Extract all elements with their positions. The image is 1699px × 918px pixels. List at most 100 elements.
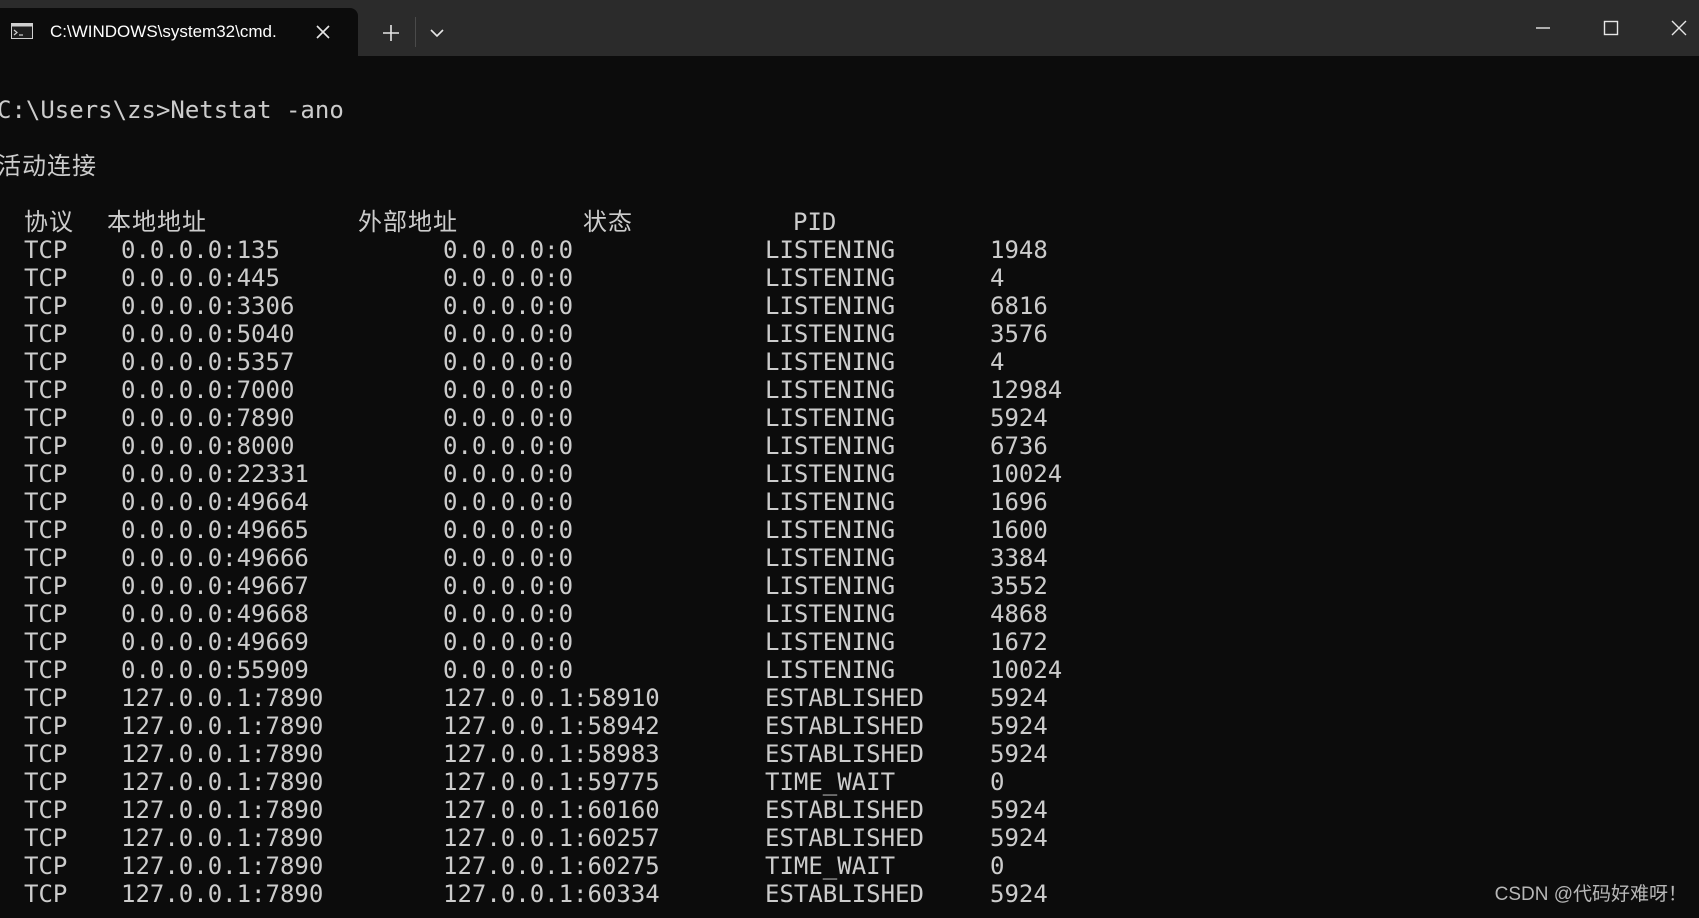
table-row: TCP 0.0.0.0:49664 0.0.0.0:0 LISTENING 1696	[0, 488, 1200, 516]
table-row: TCP 127.0.0.1:7890 127.0.0.1:58983 ESTABLIS…	[0, 740, 1200, 768]
watermark: CSDN @代码好难呀！	[1494, 884, 1687, 905]
cell-proto: TCP	[24, 628, 68, 656]
cell-proto: TCP	[24, 460, 68, 488]
cell-state: LISTENING	[765, 600, 896, 628]
cell-local: 0.0.0.0:5040	[121, 320, 295, 348]
cell-pid: 10024	[990, 656, 1063, 684]
cell-proto: TCP	[24, 544, 68, 572]
close-icon[interactable]	[1667, 16, 1691, 40]
cell-foreign: 0.0.0.0:0	[443, 236, 574, 264]
chevron-down-icon[interactable]	[428, 25, 446, 41]
cell-local: 127.0.0.1:7890	[121, 768, 324, 796]
cell-proto: TCP	[24, 684, 68, 712]
cell-local: 0.0.0.0:22331	[121, 460, 309, 488]
cell-state: LISTENING	[765, 572, 896, 600]
cell-pid: 10024	[990, 460, 1063, 488]
cell-pid: 3384	[990, 544, 1048, 572]
cell-foreign: 0.0.0.0:0	[443, 460, 574, 488]
active-connections-heading: 活动连接	[0, 152, 97, 180]
cell-local: 127.0.0.1:7890	[121, 852, 324, 880]
cell-pid: 1672	[990, 628, 1048, 656]
cell-proto: TCP	[24, 824, 68, 852]
cell-proto: TCP	[24, 796, 68, 824]
terminal-window: C:\WINDOWS\system32\cmd. C:\Users\zs>Net…	[0, 0, 1699, 918]
cell-foreign: 127.0.0.1:60334	[443, 880, 660, 908]
cell-pid: 6736	[990, 432, 1048, 460]
cell-foreign: 0.0.0.0:0	[443, 376, 574, 404]
cell-proto: TCP	[24, 880, 68, 908]
cell-proto: TCP	[24, 488, 68, 516]
close-icon[interactable]	[314, 23, 332, 41]
table-row: TCP 0.0.0.0:5040 0.0.0.0:0 LISTENING 3576	[0, 320, 1200, 348]
cell-foreign: 127.0.0.1:60257	[443, 824, 660, 852]
cell-pid: 12984	[990, 376, 1063, 404]
cell-local: 0.0.0.0:49665	[121, 516, 309, 544]
plus-icon[interactable]	[380, 22, 402, 44]
cell-pid: 4868	[990, 600, 1048, 628]
cell-pid: 4	[990, 264, 1005, 292]
cell-state: ESTABLISHED	[765, 824, 924, 852]
cell-foreign: 0.0.0.0:0	[443, 656, 574, 684]
console-output[interactable]: C:\Users\zs>Netstat -ano 活动连接 协议 本地地址 外部…	[0, 56, 1699, 918]
header-local-address: 本地地址	[107, 208, 207, 236]
cell-foreign: 0.0.0.0:0	[443, 600, 574, 628]
cell-proto: TCP	[24, 740, 68, 768]
cell-local: 0.0.0.0:7000	[121, 376, 295, 404]
table-row: TCP 0.0.0.0:49668 0.0.0.0:0 LISTENING 4868	[0, 600, 1200, 628]
header-proto: 协议	[24, 208, 74, 236]
table-row: TCP 127.0.0.1:7890 127.0.0.1:60160 ESTABLIS…	[0, 796, 1200, 824]
cell-state: LISTENING	[765, 432, 896, 460]
cell-state: TIME_WAIT	[765, 768, 896, 796]
cell-state: LISTENING	[765, 516, 896, 544]
header-pid: PID	[793, 208, 837, 236]
cell-foreign: 0.0.0.0:0	[443, 544, 574, 572]
terminal-icon	[11, 23, 33, 39]
cell-foreign: 0.0.0.0:0	[443, 488, 574, 516]
cell-state: LISTENING	[765, 628, 896, 656]
cell-pid: 4	[990, 348, 1005, 376]
command-prompt-line: C:\Users\zs>Netstat -ano	[0, 96, 344, 124]
cell-proto: TCP	[24, 376, 68, 404]
cell-state: ESTABLISHED	[765, 880, 924, 908]
cell-local: 127.0.0.1:7890	[121, 796, 324, 824]
cell-foreign: 127.0.0.1:60275	[443, 852, 660, 880]
cell-state: ESTABLISHED	[765, 712, 924, 740]
cell-proto: TCP	[24, 264, 68, 292]
cell-proto: TCP	[24, 292, 68, 320]
cell-state: LISTENING	[765, 320, 896, 348]
cell-local: 127.0.0.1:7890	[121, 880, 324, 908]
cell-state: LISTENING	[765, 348, 896, 376]
cell-pid: 0	[990, 768, 1005, 796]
cell-local: 127.0.0.1:7890	[121, 824, 324, 852]
maximize-icon[interactable]	[1599, 16, 1623, 40]
table-row: TCP 0.0.0.0:22331 0.0.0.0:0 LISTENING 10024	[0, 460, 1200, 488]
title-bar[interactable]: C:\WINDOWS\system32\cmd.	[0, 0, 1699, 56]
cell-pid: 5924	[990, 684, 1048, 712]
cell-proto: TCP	[24, 432, 68, 460]
minimize-icon[interactable]	[1531, 16, 1555, 40]
cell-state: ESTABLISHED	[765, 684, 924, 712]
table-row: TCP 0.0.0.0:3306 0.0.0.0:0 LISTENING 6816	[0, 292, 1200, 320]
cell-pid: 6816	[990, 292, 1048, 320]
cell-proto: TCP	[24, 516, 68, 544]
tab-cmd[interactable]: C:\WINDOWS\system32\cmd.	[0, 8, 358, 56]
cell-state: TIME_WAIT	[765, 852, 896, 880]
cell-pid: 1948	[990, 236, 1048, 264]
cell-proto: TCP	[24, 656, 68, 684]
cell-foreign: 127.0.0.1:58983	[443, 740, 660, 768]
table-row: TCP 0.0.0.0:49667 0.0.0.0:0 LISTENING 3552	[0, 572, 1200, 600]
cell-state: LISTENING	[765, 264, 896, 292]
tab-separator	[415, 17, 416, 47]
connections-table: TCP 0.0.0.0:135 0.0.0.0:0 LISTENING 1948 TCP 0…	[0, 236, 1200, 908]
cell-foreign: 0.0.0.0:0	[443, 348, 574, 376]
cell-pid: 5924	[990, 740, 1048, 768]
cell-proto: TCP	[24, 712, 68, 740]
cell-foreign: 0.0.0.0:0	[443, 628, 574, 656]
cell-state: ESTABLISHED	[765, 796, 924, 824]
cell-pid: 0	[990, 852, 1005, 880]
cell-state: LISTENING	[765, 404, 896, 432]
table-row: TCP 127.0.0.1:7890 127.0.0.1:58942 ESTABLIS…	[0, 712, 1200, 740]
cell-state: ESTABLISHED	[765, 740, 924, 768]
cell-pid: 5924	[990, 880, 1048, 908]
cell-proto: TCP	[24, 768, 68, 796]
